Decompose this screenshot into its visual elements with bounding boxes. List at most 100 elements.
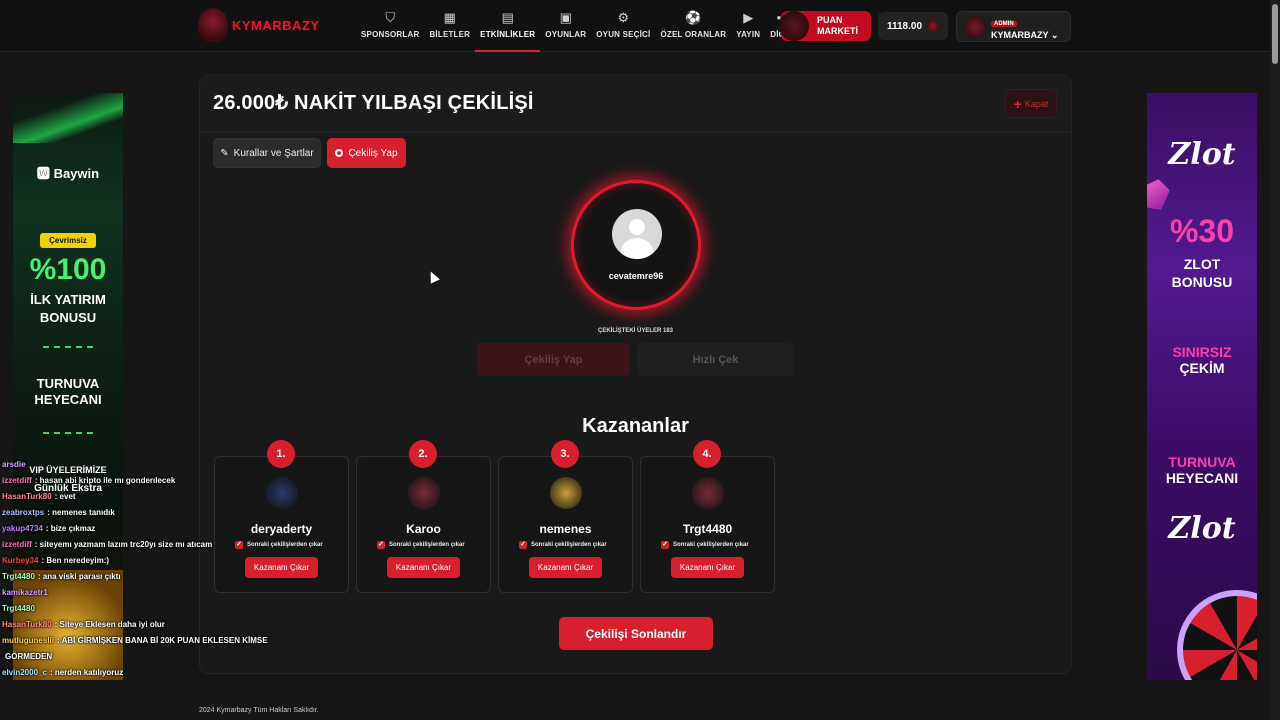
banner-tag: Çevrimsiz xyxy=(40,233,96,248)
winner-name: Karoo xyxy=(406,522,441,536)
chat-text: : hasan abi kripto ile mı gonderılecek xyxy=(34,476,176,485)
puan-market-button[interactable]: PUAN MARKETİ xyxy=(779,11,871,41)
avatar xyxy=(965,15,985,38)
chat-username: HasanTurk80 xyxy=(2,492,52,501)
chat-username: kamikazetr1 xyxy=(2,588,48,597)
chat-text: : nemenes tanıdık xyxy=(47,508,115,517)
banner-line4: ÇEKİM xyxy=(1179,360,1225,376)
user-menu[interactable]: ADMIN KYMARBAZY ⌄ xyxy=(956,11,1071,42)
chat-username: izzetdiff xyxy=(2,540,32,549)
winner-name: Trgt4480 xyxy=(682,522,733,536)
raffle-panel: 26.000₺ NAKİT YILBAŞI ÇEKİLİŞİ + Kapat ✎… xyxy=(199,74,1072,674)
nav-item-2[interactable]: ▤ ETKİNLİKLER xyxy=(475,10,541,52)
page-scrollbar[interactable] xyxy=(1270,0,1280,720)
chat-message: kamikazetr1 xyxy=(2,588,51,597)
draw-button[interactable]: Çekiliş Yap xyxy=(477,343,630,376)
balance-value: 1118.00 xyxy=(886,20,923,32)
exclude-checkbox[interactable]: ✓ Sonraki çekilişlerden çıkar xyxy=(235,541,323,549)
scrollbar-thumb[interactable] xyxy=(1272,4,1278,64)
site-logo[interactable]: KYMARBAZY xyxy=(198,8,320,42)
current-username: cevatemre96 xyxy=(608,271,664,281)
nav-label: OYUNLAR xyxy=(545,30,587,39)
roulette-wheel-image xyxy=(1177,590,1257,680)
remove-winner-button[interactable]: Kazananı Çıkar xyxy=(671,557,744,578)
banner-divider xyxy=(43,432,93,434)
chat-username: Kurbey34 xyxy=(2,556,39,565)
avatar xyxy=(692,477,724,509)
exclude-checkbox[interactable]: ✓ Sonraki çekilişlerden çıkar xyxy=(519,541,607,549)
chat-message: elvin2000_c: nerden katılıyoruz xyxy=(2,668,123,677)
swoosh-decoration xyxy=(13,93,123,143)
nav-item-3[interactable]: ▣ OYUNLAR xyxy=(540,10,591,50)
close-label: Kapat xyxy=(1024,98,1049,109)
w-logo-icon: 🆆 xyxy=(36,166,50,181)
chat-text: GÖRMEDEN xyxy=(5,652,53,661)
chat-message: Kurbey34: Ben neredeyim:) xyxy=(2,556,109,565)
banner-line1: ZLOT xyxy=(1183,256,1221,272)
chat-username: zeabroxtps xyxy=(2,508,45,517)
chat-text: : ana viski parası çıktı xyxy=(37,572,121,581)
shield-icon: ⛉ xyxy=(385,10,396,25)
draw-tab-button[interactable]: Çekiliş Yap xyxy=(327,138,406,168)
banner-percent: %100 xyxy=(29,253,107,286)
rules-button[interactable]: ✎ Kurallar ve Şartlar xyxy=(213,138,321,168)
rules-label: Kurallar ve Şartlar xyxy=(233,147,314,159)
banner-line2: BONUSU xyxy=(39,310,97,325)
banner-line2: BONUSU xyxy=(1171,274,1233,290)
winner-rank-badge: 2. xyxy=(409,440,437,468)
nav-label: ETKİNLİKLER xyxy=(480,30,536,39)
chat-message: izzetdiff: hasan abi kripto ile mı gonde… xyxy=(2,476,175,485)
draw-tab-label: Çekiliş Yap xyxy=(348,147,398,159)
chat-username: Trgt4480 xyxy=(2,604,35,613)
chat-text: : ABİ GİRMİŞKEN BANA Bİ 20K PUAN EKLESEN… xyxy=(57,636,268,645)
balance-display[interactable]: 1118.00 xyxy=(878,12,948,40)
nav-item-4[interactable]: ⚙ OYUN SEÇİCİ xyxy=(591,10,655,50)
fast-draw-button[interactable]: Hızlı Çek xyxy=(637,343,794,376)
winner-name: nemenes xyxy=(539,522,592,536)
chat-text: : Ben neredeyim:) xyxy=(41,556,110,565)
banner-percent: %30 xyxy=(1169,213,1235,249)
main-nav: ⛉ SPONSORLAR ▦ BİLETLER ▤ ETKİNLİKLER ▣ OYUNLAR… xyxy=(356,10,802,52)
exclude-label: Sonraki çekilişlerden çıkar xyxy=(389,542,465,548)
username: KYMARBAZY ⌄ xyxy=(991,30,1059,40)
banner-line4: HEYECANI xyxy=(34,392,102,407)
user-placeholder-icon xyxy=(612,209,662,259)
right-ad-banner[interactable]: Zlot %30 ZLOT BONUSU SINIRSIZ ÇEKİM TURN… xyxy=(1147,93,1257,680)
chat-text: : Siteye Eklesen daha iyi olur xyxy=(54,620,165,629)
nav-label: BİLETLER xyxy=(429,30,471,39)
chat-message: Trgt4480: ana viski parası çıktı xyxy=(2,572,121,581)
remove-winner-button[interactable]: Kazananı Çıkar xyxy=(529,557,602,578)
chat-username: Trgt4480 xyxy=(2,572,35,581)
gear-icon: ⚙ xyxy=(617,10,630,25)
nav-item-6[interactable]: ▶ YAYIN xyxy=(731,10,765,50)
ticket-icon: ✎ xyxy=(220,147,229,159)
chat-message: arsdie xyxy=(2,460,29,469)
exclude-checkbox[interactable]: ✓ Sonraki çekilişlerden çıkar xyxy=(377,541,465,549)
nav-item-0[interactable]: ⛉ SPONSORLAR xyxy=(356,10,424,50)
chat-text: : siteyemı yazmam lazım trc20yı size mı … xyxy=(34,540,213,549)
logo-mascot-icon xyxy=(198,8,228,42)
panel-header: 26.000₺ NAKİT YILBAŞI ÇEKİLİŞİ + Kapat xyxy=(200,75,1071,133)
chat-message: yakup4734: bize çıkmaz xyxy=(2,524,95,533)
exclude-checkbox[interactable]: ✓ Sonraki çekilişlerden çıkar xyxy=(661,541,749,549)
exclude-label: Sonraki çekilişlerden çıkar xyxy=(531,542,607,548)
end-raffle-button[interactable]: Çekilişi Sonlandır xyxy=(559,617,713,650)
member-count: ÇEKİLİŞTEKİ ÜYELER 183 xyxy=(597,328,674,334)
video-icon: ▶ xyxy=(743,10,754,25)
nav-item-5[interactable]: ⚽ ÖZEL ORANLAR xyxy=(655,10,731,50)
check-icon: ✓ xyxy=(519,541,527,549)
exclude-label: Sonraki çekilişlerden çıkar xyxy=(673,542,749,548)
chat-username: mutluguneslii xyxy=(2,636,54,645)
exclude-label: Sonraki çekilişlerden çıkar xyxy=(247,542,323,548)
close-button[interactable]: + Kapat xyxy=(1005,89,1057,118)
check-icon: ✓ xyxy=(661,541,669,549)
chat-text: : bize çıkmaz xyxy=(45,524,96,533)
remove-winner-button[interactable]: Kazananı Çıkar xyxy=(245,557,318,578)
remove-winner-button[interactable]: Kazananı Çıkar xyxy=(387,557,460,578)
chat-username: elvin2000_c xyxy=(2,668,47,677)
avatar xyxy=(266,477,298,509)
chat-message: izzetdiff: siteyemı yazmam lazım trc20yı… xyxy=(2,540,212,549)
plus-icon: + xyxy=(1013,95,1022,112)
nav-item-1[interactable]: ▦ BİLETLER xyxy=(424,10,475,50)
coin-icon xyxy=(927,20,940,32)
